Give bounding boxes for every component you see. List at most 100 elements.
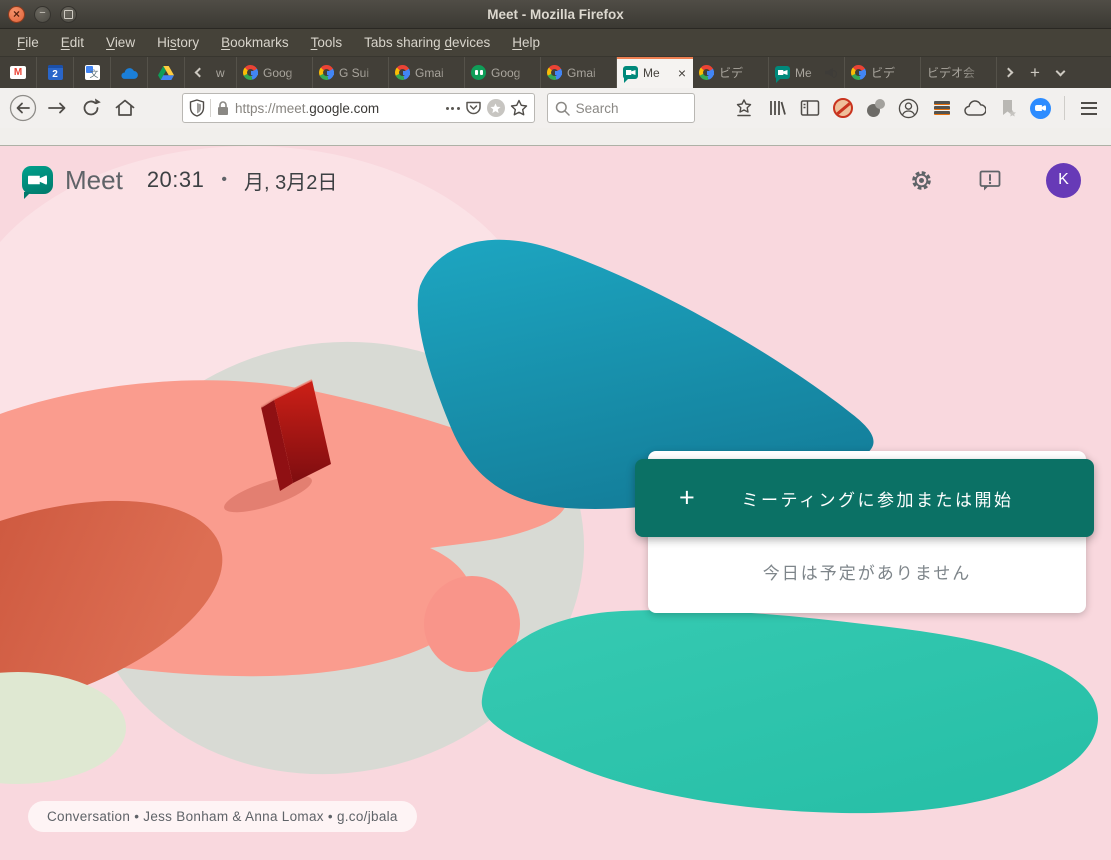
account-avatar[interactable]: K [1046, 163, 1081, 198]
feedback-icon[interactable] [978, 168, 1002, 192]
urlbar-separator [210, 99, 211, 117]
menu-file[interactable]: File [6, 31, 50, 54]
sidebar-button[interactable] [795, 94, 824, 123]
cloud-button[interactable] [960, 94, 989, 123]
browser-tab[interactable]: ビデオ会 [921, 57, 997, 88]
zoom-button[interactable] [1026, 94, 1055, 123]
tab-title: ビデ [719, 64, 762, 81]
zoom-camera-icon [1030, 98, 1051, 119]
url-bar[interactable]: https://meet.google.com [182, 93, 535, 123]
menu-bookmarks[interactable]: Bookmarks [210, 31, 300, 54]
cloud-icon [964, 100, 986, 117]
tracking-shield-icon[interactable] [189, 99, 205, 117]
artwork-credit-text: Conversation • Jess Bonham & Anna Lomax … [47, 809, 398, 824]
server-stack-icon [934, 101, 950, 115]
menu-view[interactable]: View [95, 31, 146, 54]
tab-scroll-right-button[interactable] [997, 57, 1022, 88]
proxy-button[interactable] [927, 94, 956, 123]
screenshot-badge-icon[interactable] [487, 99, 505, 117]
tab-title: Me [795, 66, 820, 80]
tab-strip: w Goog G Sui Gmai Goog Gmai Me × ビデ Me ビ… [210, 57, 997, 88]
browser-tab[interactable]: Gmai [389, 57, 465, 88]
header-date: 月, 3月2日 [244, 166, 337, 195]
chevron-right-icon [1003, 68, 1013, 78]
tab-close-button[interactable]: × [677, 65, 687, 81]
new-tab-button[interactable]: + [1022, 57, 1048, 88]
tab-scroll-left-button[interactable] [185, 57, 210, 88]
firefox-window: Meet - Mozilla Firefox FileEditViewHisto… [0, 0, 1111, 860]
tab-title: ビデオ会 [927, 64, 990, 81]
clock: 20:31 [147, 167, 205, 193]
browser-tab[interactable]: Goog [465, 57, 541, 88]
google-favicon [699, 65, 714, 80]
chevron-left-icon [194, 68, 204, 78]
browser-tab[interactable]: Me × [617, 57, 693, 88]
join-button-label: ミーティングに参加または開始 [742, 486, 1014, 511]
adblocker-ban-icon [833, 98, 853, 118]
tab-list-dropdown-button[interactable] [1048, 57, 1073, 88]
browser-tab[interactable]: Gmai [541, 57, 617, 88]
menu-bar: FileEditViewHistoryBookmarksToolsTabs sh… [0, 29, 1111, 57]
disabled-bookmark-button[interactable] [993, 94, 1022, 123]
pinned-tab-calendar[interactable]: 2 [37, 57, 74, 88]
tab-title: Goog [491, 66, 534, 80]
reload-button[interactable] [76, 93, 106, 123]
ghostery-button[interactable] [861, 94, 890, 123]
adblocker-button[interactable] [828, 94, 857, 123]
back-button[interactable] [8, 93, 38, 123]
menu-tabs-sharing-devices[interactable]: Tabs sharing devices [353, 31, 501, 54]
tab-title: ビデ [871, 64, 914, 81]
home-button[interactable] [110, 93, 140, 123]
join-or-start-meeting-button[interactable]: + ミーティングに参加または開始 [635, 459, 1094, 537]
header-dot-separator: • [221, 171, 227, 189]
window-titlebar: Meet - Mozilla Firefox [0, 0, 1111, 29]
forward-icon [45, 96, 69, 120]
bookmarks-toolbar [0, 128, 1111, 146]
menu-tools[interactable]: Tools [300, 31, 354, 54]
search-input[interactable] [576, 101, 676, 116]
lock-icon[interactable] [216, 100, 230, 116]
back-icon [9, 94, 37, 122]
tab-audio-icon[interactable] [825, 67, 838, 78]
gmail-icon: M [10, 66, 26, 79]
pinned-tab-translate[interactable]: 文 [74, 57, 111, 88]
plus-icon: + [679, 483, 695, 514]
browser-tab[interactable]: G Sui [313, 57, 389, 88]
browser-tab[interactable]: w [210, 57, 237, 88]
pinned-tab-gmail[interactable]: M [0, 57, 37, 88]
browser-tab[interactable]: Goog [237, 57, 313, 88]
google-favicon [851, 65, 866, 80]
url-text[interactable]: https://meet.google.com [235, 101, 441, 116]
bookmark-star-icon[interactable] [510, 99, 528, 117]
menu-edit[interactable]: Edit [50, 31, 95, 54]
window-title: Meet - Mozilla Firefox [0, 7, 1111, 22]
url-scheme: https://meet. [235, 101, 309, 116]
settings-gear-icon[interactable] [909, 168, 934, 193]
onedrive-icon [120, 66, 138, 80]
browser-tab[interactable]: ビデ [693, 57, 769, 88]
drive-icon [158, 66, 174, 80]
menu-history[interactable]: History [146, 31, 210, 54]
pinned-tab-drive[interactable] [148, 57, 185, 88]
library-icon [767, 98, 787, 118]
pinned-tab-onedrive[interactable] [111, 57, 148, 88]
tab-title: Me [643, 66, 672, 80]
meet-header: Meet 20:31 • 月, 3月2日 K [0, 146, 1111, 214]
empty-schedule-text: 今日は予定がありません [648, 559, 1086, 584]
artwork-credit-pill: Conversation • Jess Bonham & Anna Lomax … [28, 801, 417, 832]
toolbar-separator [1064, 96, 1065, 120]
library-button[interactable] [762, 94, 791, 123]
account-button[interactable] [894, 94, 923, 123]
forward-button[interactable] [42, 93, 72, 123]
search-bar[interactable] [547, 93, 695, 123]
pocket-icon[interactable] [465, 100, 482, 116]
browser-tab[interactable]: Me [769, 57, 845, 88]
menu-help[interactable]: Help [501, 31, 551, 54]
flag-star-icon [999, 98, 1017, 118]
bookmark-tray-button[interactable] [729, 94, 758, 123]
tab-title: Goog [263, 66, 306, 80]
menu-button[interactable] [1074, 94, 1103, 123]
page-actions-button[interactable] [446, 107, 460, 110]
navigation-toolbar: https://meet.google.com [0, 88, 1111, 128]
browser-tab[interactable]: ビデ [845, 57, 921, 88]
